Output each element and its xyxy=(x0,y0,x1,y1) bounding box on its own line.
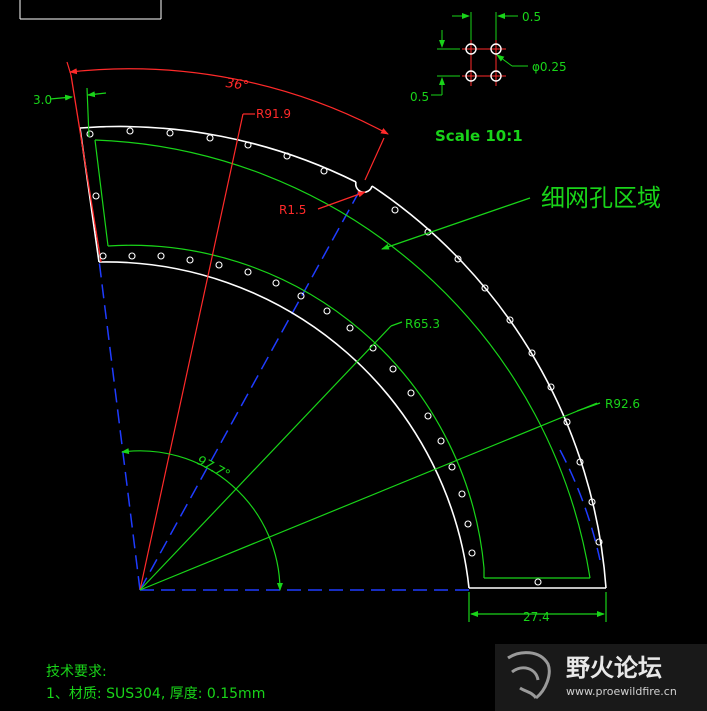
mounting-hole xyxy=(320,167,328,175)
region-pointer-arrow xyxy=(381,197,531,250)
scale-label: Scale 10:1 xyxy=(435,127,523,145)
mounting-hole xyxy=(206,134,214,142)
red-edge-line xyxy=(70,74,102,263)
mounting-holes xyxy=(86,127,603,586)
mounting-hole xyxy=(389,365,397,373)
mounting-hole xyxy=(128,252,136,260)
watermark: 野火论坛 www.proewildfire.cn xyxy=(495,644,707,711)
angle-97-dimension xyxy=(121,448,283,591)
margin-width-label: 3.0 xyxy=(33,93,52,107)
mounting-hole xyxy=(126,127,134,135)
pitch-x-label: 0.5 xyxy=(522,10,541,24)
mounting-hole xyxy=(437,437,445,445)
pitch-y-label: 0.5 xyxy=(410,90,429,104)
mounting-hole xyxy=(186,256,194,264)
mounting-hole xyxy=(464,520,472,528)
notes-line-1: 1、材质: SUS304, 厚度: 0.15mm xyxy=(46,686,265,702)
title-block-fragment xyxy=(19,0,162,20)
mounting-hole xyxy=(272,279,280,287)
mounting-hole xyxy=(458,490,466,498)
mounting-hole xyxy=(346,324,354,332)
angle-36-dimension xyxy=(66,61,389,135)
mounting-hole xyxy=(323,307,331,315)
mounting-hole xyxy=(244,268,252,276)
mounting-hole xyxy=(86,130,94,138)
hole-diameter-label: φ0.25 xyxy=(532,60,567,74)
hole-pattern-detail xyxy=(431,12,528,96)
strip-width-label: 27.4 xyxy=(523,610,550,624)
mounting-hole xyxy=(391,206,399,214)
notch-radius-label: R1.5 xyxy=(279,203,306,217)
mounting-hole xyxy=(448,463,456,471)
region-label: 细网孔区域 xyxy=(541,184,661,212)
margin-dimension xyxy=(49,87,107,138)
mounting-hole xyxy=(99,252,107,260)
mounting-hole xyxy=(297,292,305,300)
mounting-hole xyxy=(407,389,415,397)
mounting-hole xyxy=(424,412,432,420)
inner-radius-label: R65.3 xyxy=(405,317,440,331)
mounting-hole xyxy=(166,129,174,137)
watermark-url: www.proewildfire.cn xyxy=(566,685,677,698)
mounting-hole xyxy=(534,578,542,586)
center-lines xyxy=(98,189,601,591)
notes-heading: 技术要求: xyxy=(46,664,107,680)
outer-radius-label: R92.6 xyxy=(605,397,640,411)
mounting-hole xyxy=(157,252,165,260)
mounting-hole xyxy=(215,261,223,269)
watermark-site-name: 野火论坛 xyxy=(566,654,662,682)
cad-drawing: 0.5 0.5 φ0.25 Scale 10:1 细网孔区域 3.0 36° R… xyxy=(19,0,707,711)
sector-angle-label: 36° xyxy=(225,76,250,94)
mesh-region-boundary xyxy=(94,139,591,579)
mounting-hole xyxy=(92,192,100,200)
part-outline xyxy=(79,125,607,589)
outer-arc-radius-label: R91.9 xyxy=(256,107,291,121)
mounting-hole xyxy=(468,549,476,557)
